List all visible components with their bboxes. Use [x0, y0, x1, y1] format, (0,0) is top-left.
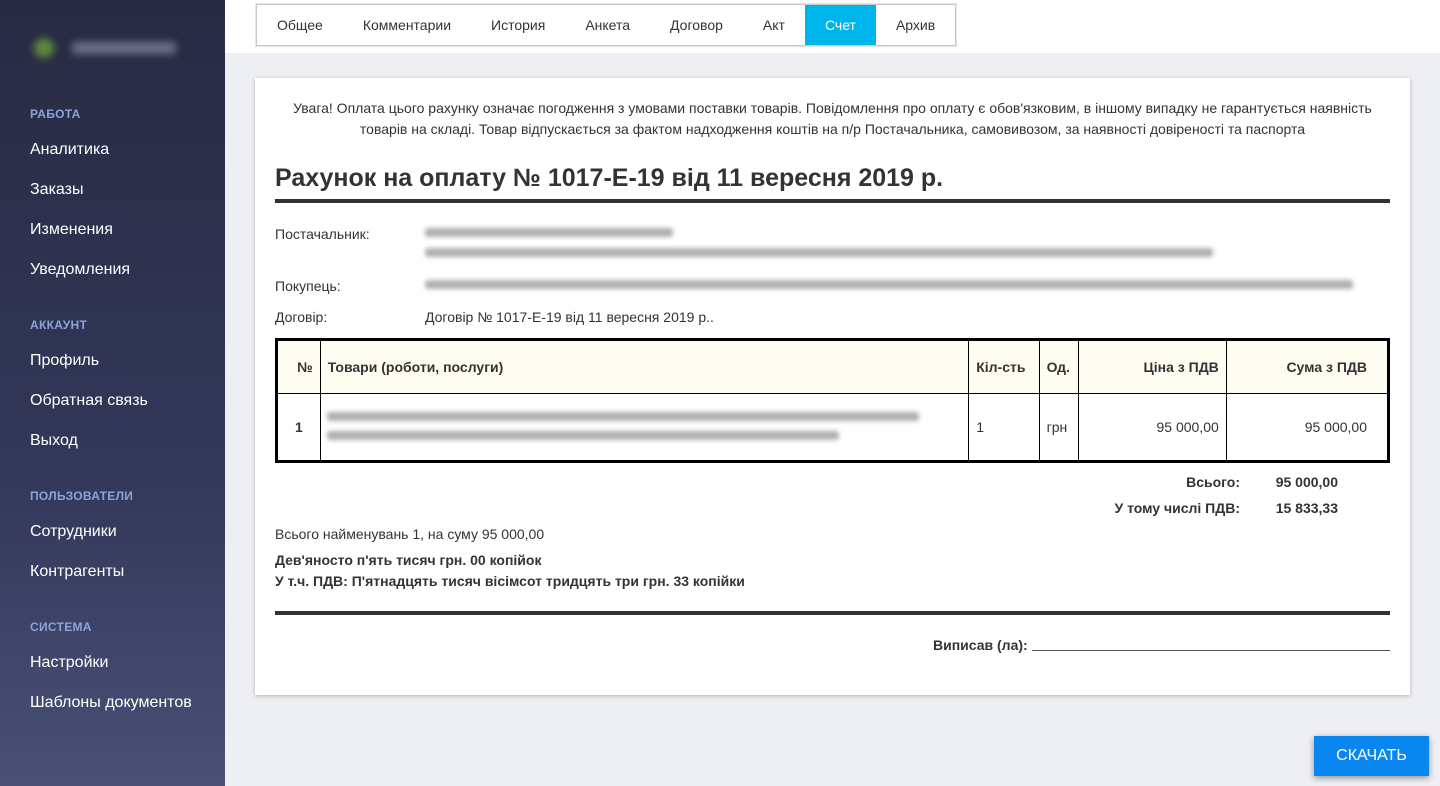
- row-unit: грн: [1038, 393, 1079, 462]
- download-button[interactable]: СКАЧАТЬ: [1314, 736, 1429, 776]
- signed-by-label: Виписав (ла):: [933, 637, 1028, 653]
- vat-value: 15 833,33: [1275, 500, 1338, 516]
- total-value: 95 000,00: [1275, 474, 1338, 490]
- col-unit: Од.: [1038, 339, 1079, 394]
- contract-label: Договір:: [275, 309, 328, 325]
- table-row: 1 1 грн 95 000,00 95 000,00: [276, 393, 1390, 462]
- buyer-details-blurred: [425, 280, 1353, 289]
- supplier-details-blurred: [425, 248, 1213, 257]
- sidebar-item-document-templates[interactable]: Шаблоны документов: [30, 694, 192, 712]
- supplier-label: Постачальник:: [275, 226, 370, 242]
- sidebar-item-changes[interactable]: Изменения: [30, 221, 113, 239]
- table-header-row: № Товари (роботи, послуги) Кіл-сть Од. Ц…: [276, 339, 1390, 394]
- goods-description-blurred-1: [326, 412, 919, 421]
- title-divider: [275, 199, 1390, 203]
- col-price: Ціна з ПДВ: [1077, 339, 1227, 394]
- tab-history[interactable]: История: [471, 5, 565, 45]
- row-number: 1: [276, 393, 321, 462]
- tab-contract[interactable]: Договор: [650, 5, 743, 45]
- row-goods-cell: [319, 393, 970, 462]
- section-title-users: ПОЛЬЗОВАТЕЛИ: [30, 489, 134, 503]
- sidebar-item-logout[interactable]: Выход: [30, 432, 78, 450]
- tab-act[interactable]: Акт: [743, 5, 805, 45]
- col-number: №: [276, 339, 321, 394]
- section-title-system: СИСТЕМА: [30, 620, 92, 634]
- signature-line: [1032, 650, 1390, 651]
- col-goods: Товари (роботи, послуги): [319, 339, 970, 394]
- sidebar-item-settings[interactable]: Настройки: [30, 654, 108, 672]
- row-quantity: 1: [968, 393, 1040, 462]
- vat-in-words: У т.ч. ПДВ: П'ятнадцять тисяч вісімсот т…: [275, 573, 745, 589]
- sidebar-item-analytics[interactable]: Аналитика: [30, 141, 109, 159]
- col-sum: Сума з ПДВ: [1225, 339, 1390, 394]
- sidebar-item-profile[interactable]: Профиль: [30, 352, 99, 370]
- sidebar-item-employees[interactable]: Сотрудники: [30, 523, 117, 541]
- items-summary: Всього найменувань 1, на суму 95 000,00: [275, 526, 545, 542]
- row-price: 95 000,00: [1077, 393, 1227, 462]
- tab-general[interactable]: Общее: [257, 5, 343, 45]
- section-title-work: РАБОТА: [30, 107, 81, 121]
- sidebar-item-feedback[interactable]: Обратная связь: [30, 392, 148, 410]
- sidebar-item-notifications[interactable]: Уведомления: [30, 261, 130, 279]
- contract-value: Договір № 1017-Е-19 від 11 вересня 2019 …: [425, 309, 714, 325]
- supplier-name-blurred: [425, 228, 673, 237]
- sidebar-item-counterparties[interactable]: Контрагенты: [30, 563, 124, 581]
- sidebar: РАБОТА Аналитика Заказы Изменения Уведом…: [0, 0, 225, 786]
- tab-bar: Общее Комментарии История Анкета Договор…: [256, 4, 957, 46]
- logo-text-blurred: [72, 42, 176, 54]
- vat-label: У тому числі ПДВ:: [1114, 500, 1241, 516]
- logo[interactable]: [30, 34, 180, 62]
- total-label: Всього:: [1186, 474, 1240, 490]
- footer-divider: [275, 611, 1390, 615]
- logo-icon: [34, 38, 54, 58]
- goods-description-blurred-2: [326, 431, 839, 440]
- tab-comments[interactable]: Комментарии: [343, 5, 471, 45]
- items-table: № Товари (роботи, послуги) Кіл-сть Од. Ц…: [275, 338, 1390, 463]
- tab-archive[interactable]: Архив: [876, 5, 955, 45]
- tab-questionnaire[interactable]: Анкета: [565, 5, 650, 45]
- tab-invoice[interactable]: Счет: [804, 5, 876, 45]
- buyer-label: Покупець:: [275, 278, 341, 294]
- invoice-notice: Увага! Оплата цього рахунку означає пого…: [293, 100, 1372, 137]
- col-quantity: Кіл-сть: [968, 339, 1040, 394]
- sidebar-item-orders[interactable]: Заказы: [30, 181, 83, 199]
- invoice-card: Увага! Оплата цього рахунку означає пого…: [255, 78, 1410, 695]
- invoice-title: Рахунок на оплату № 1017-Е-19 від 11 вер…: [275, 164, 944, 192]
- row-sum: 95 000,00: [1225, 393, 1390, 462]
- amount-in-words: Дев'яносто п'ять тисяч грн. 00 копійок: [275, 552, 542, 568]
- section-title-account: АККАУНТ: [30, 318, 88, 332]
